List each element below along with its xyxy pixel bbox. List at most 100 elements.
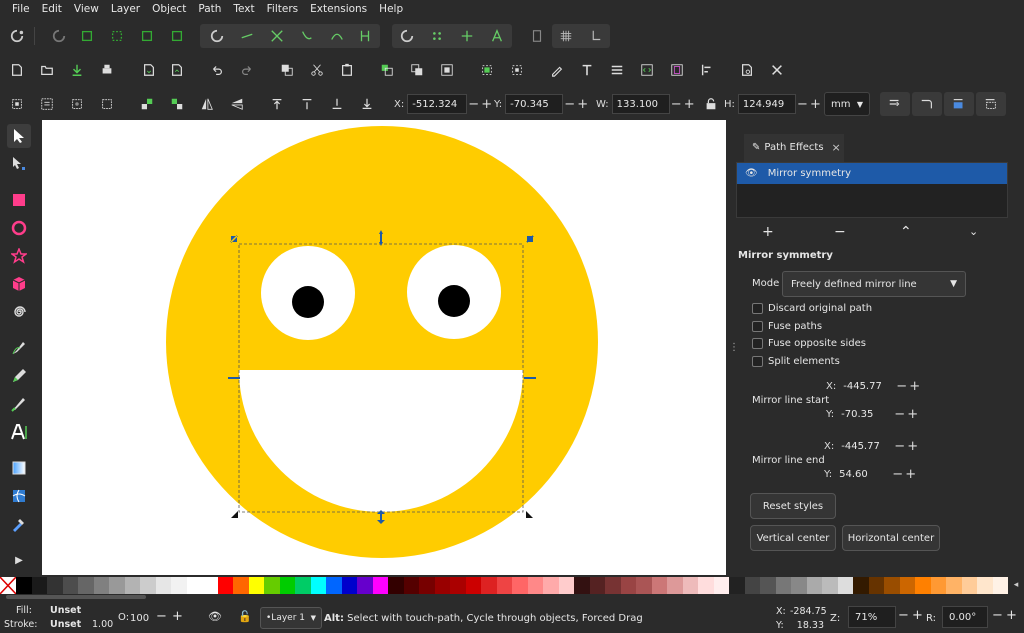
layer-lock-icon[interactable]: 🔓 [238,610,252,623]
layer-visibility-icon[interactable]: 👁 [208,610,222,623]
menu-object[interactable]: Object [146,0,192,19]
palette-menu-icon[interactable]: ◂ [1008,577,1024,594]
palette-swatch[interactable] [899,577,915,594]
decrement-button[interactable]: − [893,439,906,454]
new-document-icon[interactable] [6,59,28,81]
snap-text-baseline-icon[interactable] [486,25,508,47]
split-elements-checkbox[interactable]: Split elements [752,356,840,367]
palette-swatch[interactable] [713,577,729,594]
snap-nodes-icon[interactable] [206,25,228,47]
palette-swatch[interactable] [512,577,528,594]
palette-swatch[interactable] [667,577,683,594]
select-all-icon[interactable] [6,93,28,115]
redo-icon[interactable] [236,59,258,81]
flip-horizontal-icon[interactable] [196,93,218,115]
h-increment-button[interactable]: + [809,97,822,112]
mesh-tool-icon[interactable] [7,484,31,508]
move-up-button[interactable]: ⌃ [900,224,912,240]
zoom-input[interactable]: 71% [848,606,896,628]
vertical-center-button[interactable]: Vertical center [750,525,836,551]
lower-to-bottom-icon[interactable] [166,93,188,115]
snap-grid-icon[interactable] [555,25,577,47]
rectangle-tool-icon[interactable] [7,188,31,212]
node-tool-icon[interactable] [7,152,31,176]
palette-swatch[interactable] [202,577,218,594]
rotate-input[interactable]: 0.00° [942,606,988,628]
transform-patterns-icon[interactable] [980,93,1002,115]
palette-swatch[interactable] [62,577,78,594]
group-icon[interactable] [476,59,498,81]
rotate-increment-button[interactable]: + [1006,608,1017,623]
close-tab-icon[interactable]: × [832,141,841,154]
palette-swatch[interactable] [155,577,171,594]
layers-icon[interactable] [606,59,628,81]
x-increment-button[interactable]: + [480,97,493,112]
snap-cusp-icon[interactable] [296,25,318,47]
palette-swatch[interactable] [620,577,636,594]
palette-swatch[interactable] [264,577,280,594]
zoom-decrement-button[interactable]: − [898,608,909,623]
fuse-paths-checkbox[interactable]: Fuse paths [752,321,822,332]
raise-icon[interactable] [266,93,288,115]
menu-layer[interactable]: Layer [105,0,146,19]
star-tool-icon[interactable] [7,244,31,268]
copy-icon[interactable] [276,59,298,81]
snap-paths-icon[interactable] [236,25,258,47]
snap-bbox-mid-icon[interactable] [136,25,158,47]
palette-swatch[interactable] [760,577,776,594]
snap-page-icon[interactable] [526,25,548,47]
snap-intersection-icon[interactable] [266,25,288,47]
snap-guide-icon[interactable] [584,25,606,47]
print-icon[interactable] [96,59,118,81]
palette-swatch[interactable] [419,577,435,594]
mirror-end-y-input[interactable]: 54.60 [835,464,892,484]
stroke-width[interactable]: 1.00 [92,619,113,630]
objects-icon[interactable] [666,59,688,81]
menu-edit[interactable]: Edit [36,0,68,19]
ungroup-icon[interactable] [506,59,528,81]
w-input[interactable]: 133.100 [611,94,670,114]
palette-swatch[interactable] [636,577,652,594]
palette-swatch[interactable] [186,577,202,594]
palette-swatch[interactable] [527,577,543,594]
decrement-button[interactable]: − [895,379,908,394]
increment-button[interactable]: + [906,407,919,422]
menu-view[interactable]: View [68,0,105,19]
spiral-tool-icon[interactable] [7,300,31,324]
palette-swatch[interactable] [884,577,900,594]
palette-swatch[interactable] [341,577,357,594]
pen-tool-icon[interactable] [7,336,31,360]
h-input[interactable]: 124.949 [737,94,796,114]
palette-swatch[interactable] [481,577,497,594]
fill-value[interactable]: Unset [50,605,81,616]
palette-swatch[interactable] [403,577,419,594]
discard-original-checkbox[interactable]: Discard original path [752,303,872,314]
align-icon[interactable] [696,59,718,81]
expand-toolbox-icon[interactable]: ▶ [7,548,31,572]
x-input[interactable]: -512.324 [407,94,468,114]
fuse-opposite-checkbox[interactable]: Fuse opposite sides [752,338,866,349]
x-decrement-button[interactable]: − [467,97,480,112]
scale-stroke-icon[interactable] [884,93,906,115]
opacity-decrement-button[interactable]: − [156,609,167,624]
lower-icon[interactable] [356,93,378,115]
y-increment-button[interactable]: + [576,97,589,112]
palette-swatch[interactable] [868,577,884,594]
save-icon[interactable] [66,59,88,81]
palette-swatch[interactable] [589,577,605,594]
snap-smooth-icon[interactable] [326,25,348,47]
palette-swatch[interactable] [496,577,512,594]
horizontal-center-button[interactable]: Horizontal center [842,525,940,551]
snap-rotation-center-icon[interactable] [456,25,478,47]
selector-tool-icon[interactable] [7,124,31,148]
palette-swatch[interactable] [558,577,574,594]
left-pupil[interactable] [292,286,324,318]
raise-to-top-icon[interactable] [136,93,158,115]
transform-gradients-icon[interactable] [948,93,970,115]
text-tool-icon[interactable] [7,420,31,444]
opacity-input[interactable]: 100 [130,609,156,627]
palette-swatch[interactable] [744,577,760,594]
menu-help[interactable]: Help [373,0,409,19]
scale-corners-icon[interactable] [916,93,938,115]
opacity-increment-button[interactable]: + [172,609,183,624]
